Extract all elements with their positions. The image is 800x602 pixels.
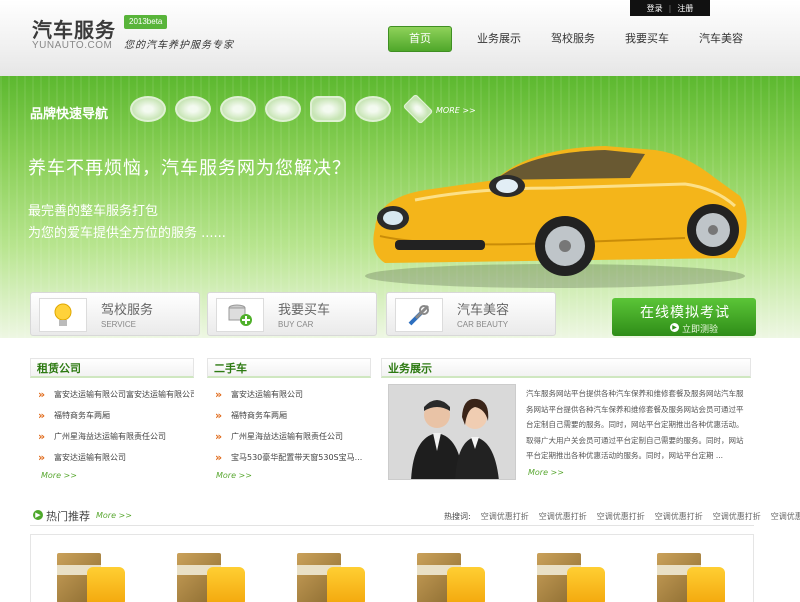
main-nav: 首页 业务展示 驾校服务 我要买车 汽车美容 — [388, 26, 758, 52]
hot-arrow-icon: ▶ — [33, 510, 43, 520]
product-card[interactable] — [177, 553, 249, 602]
tile-driving-school[interactable]: 驾校服务 SERVICE — [30, 292, 200, 336]
used-car-more-link[interactable]: More >> — [216, 471, 252, 480]
page: 汽车服务 YUNAUTO.COM 2013beta 您的汽车养护服务专家 登录 … — [0, 0, 800, 602]
honda-logo-icon[interactable] — [310, 96, 346, 122]
nav-item-buy-car[interactable]: 我要买车 — [610, 26, 684, 52]
hero-banner: 品牌快速导航 MORE >> 养车不再烦恼，汽车服务网为您解决？ 最完善的整车服… — [0, 76, 800, 338]
logo-subtitle: YUNAUTO.COM — [32, 40, 113, 51]
tile-subtitle: CAR BEAUTY — [457, 320, 509, 329]
keyword-link[interactable]: 空调优惠打折 — [655, 511, 703, 522]
online-exam-button[interactable]: 在线模拟考试 ▶ 立即测验 — [612, 298, 756, 336]
toyota-logo-icon[interactable] — [130, 96, 166, 122]
hero-subtitle-1: 最完善的整车服务打包 — [28, 204, 159, 219]
tile-buy-car[interactable]: 我要买车 BUY CAR — [207, 292, 377, 336]
register-link[interactable]: 注册 — [677, 3, 693, 14]
exam-subtitle: 立即测验 — [682, 325, 719, 335]
keyword-link[interactable]: 空调优惠打折 — [597, 511, 645, 522]
tile-subtitle: BUY CAR — [278, 320, 314, 329]
top-account-bar: 登录 | 注册 — [630, 0, 710, 16]
brand-more-link[interactable]: MORE >> — [436, 106, 476, 115]
list-item[interactable]: 福特商务车两厢 — [30, 405, 194, 426]
hot-search-keywords: 热搜词: 空调优惠打折 空调优惠打折 空调优惠打折 空调优惠打折 空调优惠打折 … — [444, 511, 800, 522]
business-panel: 业务展示 — [381, 358, 751, 378]
nav-item-home[interactable]: 首页 — [388, 26, 452, 52]
sponge-image — [687, 567, 725, 602]
keyword-link[interactable]: 空调优惠打折 — [539, 511, 587, 522]
nav-item-business[interactable]: 业务展示 — [462, 26, 536, 52]
sponge-image — [447, 567, 485, 602]
play-icon: ▶ — [670, 323, 679, 332]
sponge-image — [207, 567, 245, 602]
rental-list: 富安达运输有限公司富安达运输有限公司... 福特商务车两厢 广州星海益达运输有限… — [30, 384, 194, 468]
business-people-photo — [388, 384, 516, 480]
used-car-title: 二手车 — [207, 358, 371, 378]
rental-title: 租赁公司 — [30, 358, 194, 378]
business-title: 业务展示 — [381, 358, 751, 378]
tile-subtitle: SERVICE — [101, 320, 136, 329]
rental-more-link[interactable]: More >> — [41, 471, 77, 480]
product-card[interactable] — [297, 553, 369, 602]
list-item[interactable]: 富安达运输有限公司 — [207, 384, 371, 405]
list-item[interactable]: 广州星海益达运输有限责任公司 — [207, 426, 371, 447]
tile-title: 我要买车 — [278, 303, 331, 318]
chevrolet-logo-icon[interactable] — [220, 96, 256, 122]
nav-item-driving-school[interactable]: 驾校服务 — [536, 26, 610, 52]
list-item[interactable]: 富安达运输有限公司富安达运输有限公司... — [30, 384, 194, 405]
list-item[interactable]: 富安达运输有限公司 — [30, 447, 194, 468]
brand-nav-title: 品牌快速导航 — [30, 107, 109, 122]
list-item[interactable]: 宝马530豪华配置带天窗530S宝马... — [207, 447, 371, 468]
sponge-image — [567, 567, 605, 602]
nav-item-car-beauty[interactable]: 汽车美容 — [684, 26, 758, 52]
keyword-link[interactable]: 空调优惠打折 — [713, 511, 761, 522]
hero-subtitle-2: 为您的爱车提供全方位的服务 ...... — [28, 226, 226, 241]
product-card[interactable] — [57, 553, 129, 602]
lightbulb-icon — [39, 298, 87, 332]
hot-recommend-bar: ▶ 热门推荐 More >> 热搜词: 空调优惠打折 空调优惠打折 空调优惠打折… — [30, 506, 800, 526]
rental-panel: 租赁公司 富安达运输有限公司富安达运输有限公司... 福特商务车两厢 广州星海益… — [30, 358, 194, 468]
product-card[interactable] — [417, 553, 489, 602]
hot-keys-label: 热搜词: — [444, 512, 471, 521]
product-card[interactable] — [537, 553, 609, 602]
list-item[interactable]: 广州星海益达运输有限责任公司 — [30, 426, 194, 447]
sponge-image — [327, 567, 365, 602]
used-car-panel: 二手车 富安达运输有限公司 福特商务车两厢 广州星海益达运输有限责任公司 宝马5… — [207, 358, 371, 468]
hero-title: 养车不再烦恼，汽车服务网为您解决？ — [28, 158, 351, 179]
login-link[interactable]: 登录 — [647, 3, 663, 14]
business-description: 汽车服务网站平台提供各种汽车保养和维修套餐及服务网站汽车服务网站平台提供各种汽车… — [526, 389, 744, 460]
keyword-link[interactable]: 空调优惠打折 — [481, 511, 529, 522]
hot-more-link[interactable]: More >> — [96, 511, 132, 520]
tile-title: 驾校服务 — [101, 303, 154, 318]
business-more-link[interactable]: More >> — [528, 468, 564, 477]
nissan-logo-icon[interactable] — [175, 96, 211, 122]
beta-badge: 2013beta — [124, 15, 168, 29]
slogan: 您的汽车养护服务专家 — [124, 40, 234, 51]
lexus-logo-icon[interactable] — [265, 96, 301, 122]
tools-icon — [395, 298, 443, 332]
convertible-car-image — [365, 146, 747, 288]
logo-title[interactable]: 汽车服务 — [32, 14, 116, 43]
database-add-icon — [216, 298, 264, 332]
keyword-link[interactable]: 空调优惠打折 — [771, 511, 800, 522]
product-card[interactable] — [657, 553, 729, 602]
top-links-separator: | — [668, 3, 672, 13]
product-strip — [30, 534, 754, 602]
header: 汽车服务 YUNAUTO.COM 2013beta 您的汽车养护服务专家 登录 … — [0, 0, 800, 76]
sponge-image — [87, 567, 125, 602]
list-item[interactable]: 福特商务车两厢 — [207, 405, 371, 426]
used-car-list: 富安达运输有限公司 福特商务车两厢 广州星海益达运输有限责任公司 宝马530豪华… — [207, 384, 371, 468]
tile-car-beauty[interactable]: 汽车美容 CAR BEAUTY — [386, 292, 556, 336]
tile-title: 汽车美容 — [457, 303, 510, 318]
exam-title: 在线模拟考试 — [640, 305, 730, 321]
hot-title: 热门推荐 — [46, 510, 90, 523]
